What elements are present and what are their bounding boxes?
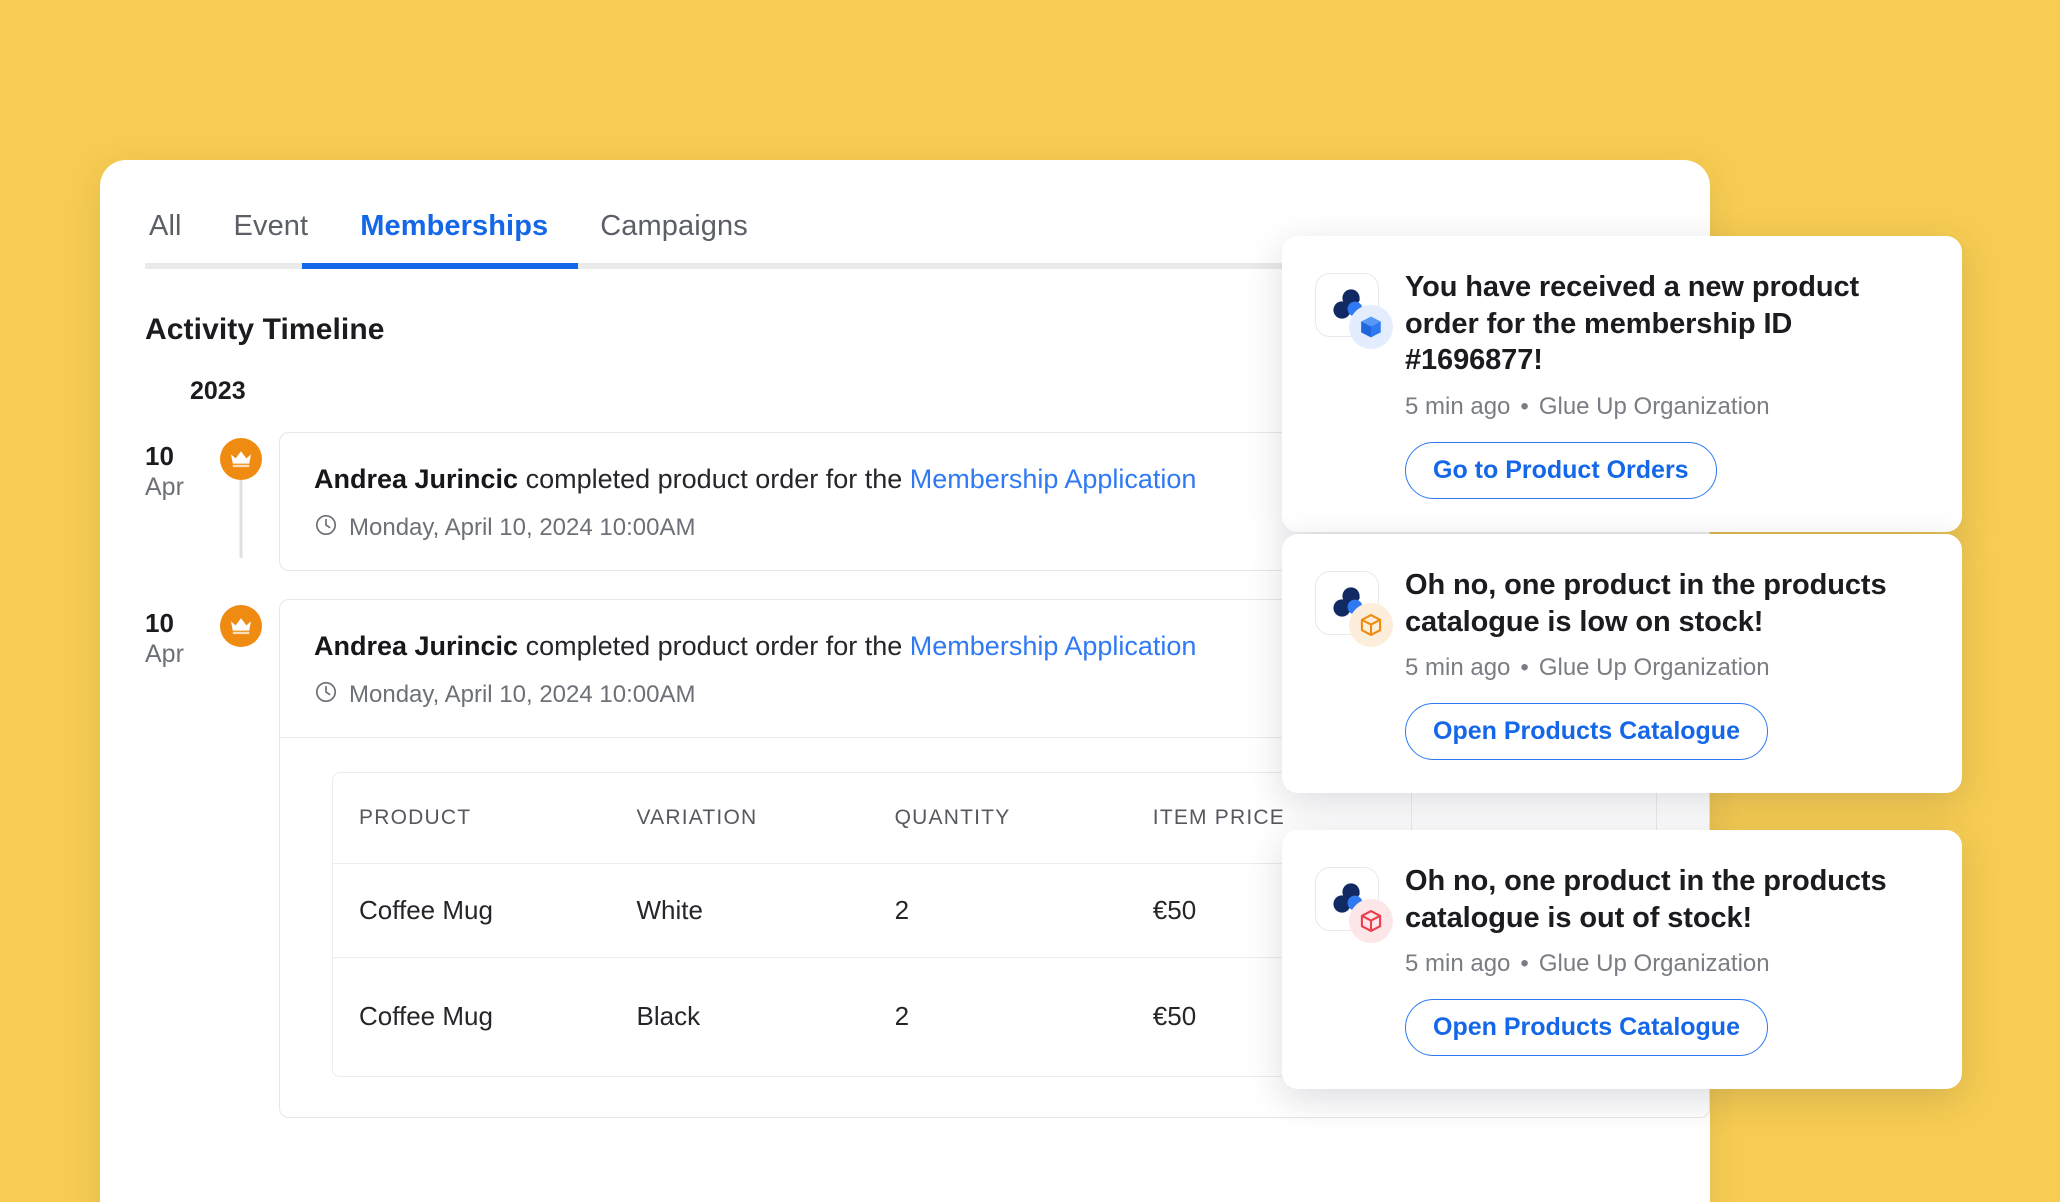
tab-all[interactable]: All [145,210,208,263]
crown-icon [220,604,262,647]
meta-separator: • [1520,654,1529,682]
notification-card[interactable]: You have received a new product order fo… [1282,236,1962,532]
box-outline-orange-icon [1349,603,1393,647]
crown-icon [220,438,262,480]
notification-avatar [1315,571,1393,647]
timeline-link[interactable]: Membership Application [910,631,1197,661]
open-products-catalogue-button[interactable]: Open Products Catalogue [1405,703,1768,761]
timeline-link[interactable]: Membership Application [910,464,1197,494]
timeline-connector-line [239,480,243,558]
column-header-variation: VARIATION [610,773,869,864]
notification-time: 5 min ago [1405,392,1511,420]
timeline-marker-column [203,432,279,558]
clock-icon [314,513,338,544]
cell-quantity: 2 [868,864,1127,958]
notification-meta: 5 min ago • Glue Up Organization [1405,393,1926,421]
notification-meta: 5 min ago • Glue Up Organization [1405,654,1926,682]
box-outline-red-icon [1349,899,1393,943]
tab-active-indicator [302,263,578,269]
column-header-product: PRODUCT [333,773,611,864]
go-to-product-orders-button[interactable]: Go to Product Orders [1405,441,1717,499]
meta-separator: • [1520,950,1529,978]
notification-meta: 5 min ago • Glue Up Organization [1405,950,1926,978]
notification-time: 5 min ago [1405,654,1511,682]
box-filled-blue-icon [1349,305,1393,349]
clock-icon [314,680,338,711]
notification-body: You have received a new product order fo… [1405,269,1926,499]
timeline-action-text: completed product order for the [518,630,910,661]
notification-card[interactable]: Oh no, one product in the products catal… [1282,830,1962,1090]
notification-title: Oh no, one product in the products catal… [1405,569,1887,638]
notification-title: You have received a new product order fo… [1405,271,1860,377]
timeline-month: Apr [145,472,184,501]
notification-org: Glue Up Organization [1538,392,1770,420]
notification-org: Glue Up Organization [1538,950,1770,978]
cell-product: Coffee Mug [333,864,611,958]
timeline-actor: Andrea Jurincic [314,630,519,661]
timeline-day: 10 [145,607,174,638]
tab-memberships[interactable]: Memberships [334,210,574,263]
timeline-month: Apr [145,639,184,668]
notification-time: 5 min ago [1405,950,1511,978]
cell-variation: Black [636,1001,701,1031]
notification-avatar [1315,867,1393,943]
timeline-timestamp: Monday, April 10, 2024 10:00AM [349,514,696,542]
open-products-catalogue-button[interactable]: Open Products Catalogue [1405,999,1768,1057]
notification-title: Oh no, one product in the products catal… [1405,865,1887,934]
notification-body: Oh no, one product in the products catal… [1405,863,1926,1057]
notification-org: Glue Up Organization [1538,654,1770,682]
timeline-action-text: completed product order for the [518,464,910,494]
timeline-day: 10 [145,441,174,471]
timeline-timestamp: Monday, April 10, 2024 10:00AM [349,681,696,708]
notification-card[interactable]: Oh no, one product in the products catal… [1282,534,1962,794]
cell-quantity: 2 [894,1001,910,1031]
cell-variation: White [610,864,869,958]
tab-event[interactable]: Event [208,210,335,263]
timeline-marker-column [203,599,279,647]
notification-body: Oh no, one product in the products catal… [1405,567,1926,761]
cell-product: Coffee Mug [359,1001,493,1031]
timeline-actor: Andrea Jurincic [314,464,519,494]
tab-campaigns[interactable]: Campaigns [574,210,774,263]
column-header-quantity: QUANTITY [868,773,1127,864]
timeline-date: 10 Apr [145,432,203,502]
timeline-date: 10 Apr [145,599,203,669]
meta-separator: • [1520,392,1529,420]
notification-avatar [1315,273,1393,349]
